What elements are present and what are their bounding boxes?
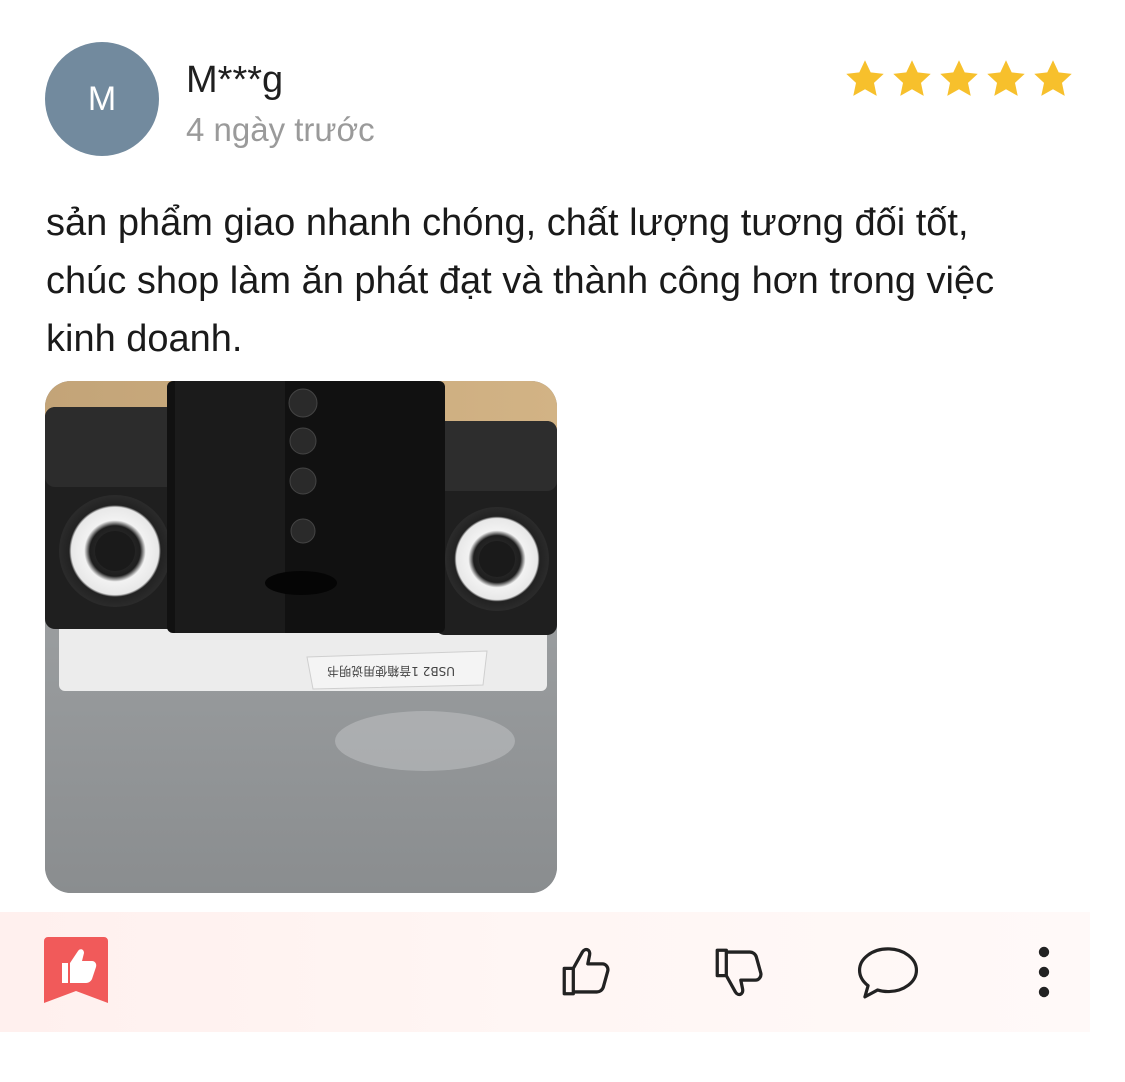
rating-stars <box>843 57 1075 101</box>
star-icon <box>846 60 884 96</box>
star-icon <box>1034 60 1072 96</box>
review-card: M M***g 4 ngày trước sản phẩm giao nhanh… <box>0 0 1125 1082</box>
review-time: 4 ngày trước <box>186 111 375 148</box>
action-bar <box>0 912 1090 1032</box>
review-photo[interactable]: USB2 1音箱使用说明书 <box>45 381 557 893</box>
thumbs-up-badge-icon <box>44 933 110 1007</box>
review-text: sản phẩm giao nhanh chóng, chất lượng tư… <box>46 202 995 360</box>
thumbs-down-icon <box>715 948 763 997</box>
thumbs-up-icon <box>562 947 610 996</box>
star-icon <box>940 60 978 96</box>
more-vertical-icon <box>1038 946 1050 998</box>
like-button[interactable] <box>554 940 618 1004</box>
user-name[interactable]: M***g <box>186 56 283 104</box>
speaker-photo: USB2 1音箱使用说明书 <box>45 381 557 893</box>
avatar-initial: M <box>87 79 117 118</box>
avatar[interactable]: M <box>45 42 159 156</box>
more-options-button[interactable] <box>1012 940 1076 1004</box>
star-icon <box>987 60 1025 96</box>
manual-label: USB2 1音箱使用说明书 <box>327 664 455 679</box>
dislike-button[interactable] <box>707 940 771 1004</box>
star-icon <box>893 60 931 96</box>
comment-bubble-icon <box>857 947 919 999</box>
comment-button[interactable] <box>856 940 920 1004</box>
